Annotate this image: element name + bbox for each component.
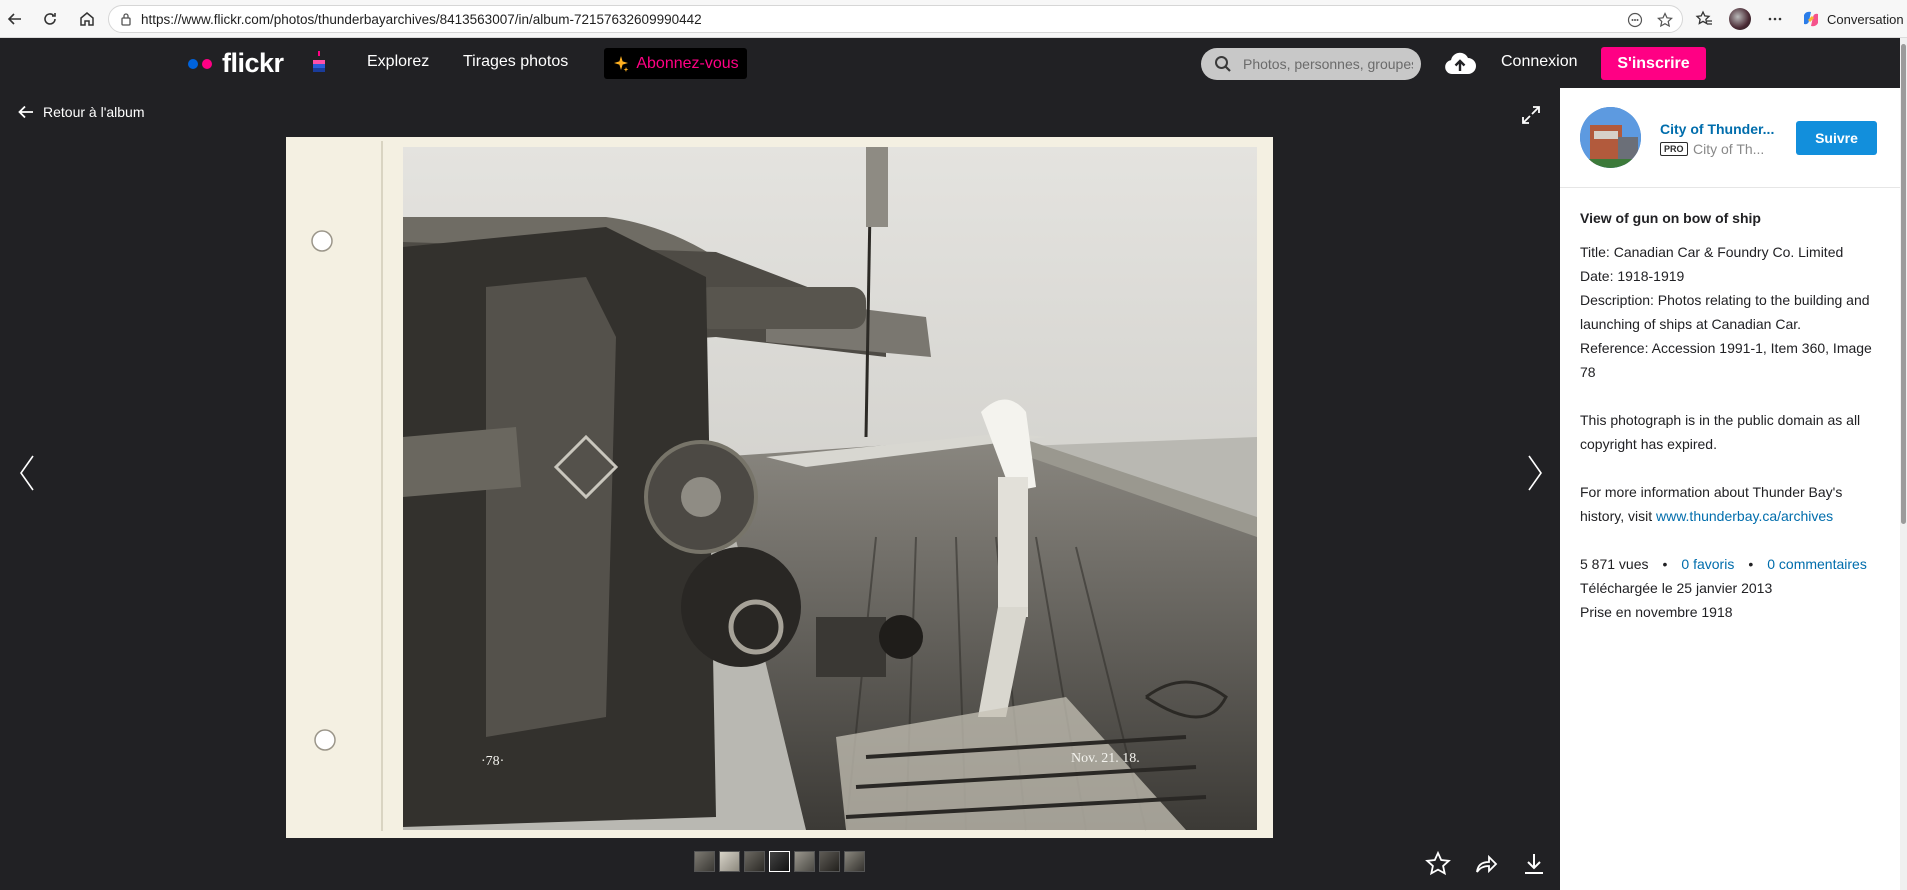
- nav-prints[interactable]: Tirages photos: [463, 53, 568, 71]
- thumbnail[interactable]: [694, 851, 715, 872]
- favorite-star-icon[interactable]: [1656, 11, 1674, 29]
- photo-thumbnail-strip: [694, 851, 865, 872]
- photo-info-sidebar: City of Thunder... PRO City of Th... Sui…: [1560, 88, 1900, 890]
- photo-title: View of gun on bow of ship: [1580, 210, 1761, 226]
- search-icon: [1215, 56, 1231, 72]
- views-count: 5 871 vues: [1580, 556, 1649, 572]
- copilot-label: Conversation: [1827, 11, 1904, 27]
- back-to-album-label: Retour à l'album: [43, 104, 145, 120]
- browser-toolbar: https://www.flickr.com/photos/thunderbay…: [0, 0, 1907, 38]
- share-arrow-icon[interactable]: [1473, 851, 1499, 877]
- copilot-button[interactable]: Conversation: [1795, 5, 1907, 33]
- profile-avatar[interactable]: [1729, 8, 1751, 30]
- taken-date: Prise en novembre 1918: [1580, 604, 1733, 620]
- address-bar[interactable]: https://www.flickr.com/photos/thunderbay…: [108, 5, 1683, 33]
- subscribe-label: Abonnez-vous: [636, 54, 739, 72]
- scrollbar-thumb[interactable]: [1901, 44, 1906, 524]
- logo-pink-dot: [202, 58, 212, 69]
- favorite-star-icon[interactable]: [1425, 851, 1451, 877]
- stats-row: 5 871 vues • 0 favoris • 0 commentaires: [1580, 552, 1885, 576]
- birthday-cake-icon[interactable]: [311, 50, 327, 74]
- detail-title-line: Title: Canadian Car & Foundry Co. Limite…: [1580, 244, 1844, 260]
- stats-separator: •: [1748, 556, 1754, 572]
- flickr-logo[interactable]: flickr: [188, 48, 284, 79]
- upload-cloud-icon[interactable]: [1443, 50, 1477, 76]
- detail-description-line: Description: Photos relating to the buil…: [1580, 292, 1870, 332]
- more-info-note: For more information about Thunder Bay's…: [1580, 480, 1885, 528]
- sparkles-icon: [614, 55, 629, 72]
- follow-button[interactable]: Suivre: [1796, 121, 1877, 155]
- thumbnail[interactable]: [744, 851, 765, 872]
- thumbnail[interactable]: [794, 851, 815, 872]
- thumbnail[interactable]: [719, 851, 740, 872]
- public-domain-note: This photograph is in the public domain …: [1580, 412, 1861, 452]
- owner-name[interactable]: City of Thunder...: [1660, 121, 1774, 137]
- more-menu-icon[interactable]: [1765, 9, 1785, 29]
- owner-row: City of Thunder... PRO City of Th... Sui…: [1560, 88, 1900, 188]
- page-scrollbar[interactable]: [1900, 38, 1907, 890]
- owner-subtitle: City of Th...: [1693, 141, 1765, 157]
- detail-reference-line: Reference: Accession 1991-1, Item 360, I…: [1580, 340, 1872, 380]
- pro-badge: PRO: [1660, 142, 1688, 156]
- thumbnail-current[interactable]: [769, 851, 790, 872]
- site-header: flickr Explorez Tirages photos Abonnez-v…: [0, 38, 1900, 88]
- url-text[interactable]: https://www.flickr.com/photos/thunderbay…: [141, 12, 702, 27]
- previous-photo-icon[interactable]: [17, 453, 37, 493]
- main-photo[interactable]: ·78· Nov. 21. 18.: [286, 137, 1273, 838]
- signup-button[interactable]: S'inscrire: [1601, 47, 1706, 80]
- back-arrow-icon[interactable]: [5, 9, 25, 29]
- download-icon[interactable]: [1521, 851, 1547, 877]
- thumbnail[interactable]: [819, 851, 840, 872]
- comments-count-link[interactable]: 0 commentaires: [1767, 552, 1867, 576]
- refresh-icon[interactable]: [40, 9, 60, 29]
- login-link[interactable]: Connexion: [1501, 53, 1578, 71]
- photo-details: View of gun on bow of ship Title: Canadi…: [1580, 206, 1885, 624]
- nav-explore[interactable]: Explorez: [367, 53, 429, 71]
- photo-annotation-left: ·78·: [481, 754, 504, 769]
- search-box[interactable]: [1201, 48, 1421, 80]
- logo-blue-dot: [188, 58, 198, 69]
- archives-link[interactable]: www.thunderbay.ca/archives: [1656, 508, 1833, 524]
- subscribe-button[interactable]: Abonnez-vous: [604, 48, 747, 79]
- copilot-icon: [1804, 11, 1818, 27]
- thumbnail[interactable]: [844, 851, 865, 872]
- expand-icon[interactable]: [1520, 104, 1542, 126]
- owner-avatar[interactable]: [1580, 107, 1641, 168]
- home-icon[interactable]: [77, 9, 97, 29]
- favorites-bar-icon[interactable]: [1694, 9, 1714, 29]
- logo-text: flickr: [222, 48, 284, 78]
- next-photo-icon[interactable]: [1525, 453, 1545, 493]
- arrow-left-icon: [18, 105, 33, 119]
- photo-viewer: Retour à l'album ·78· Nov. 21. 18.: [0, 88, 1560, 888]
- favorites-count-link[interactable]: 0 favoris: [1681, 552, 1734, 576]
- detail-date-line: Date: 1918-1919: [1580, 268, 1685, 284]
- photo-annotation-right: Nov. 21. 18.: [1071, 751, 1140, 766]
- upload-date: Téléchargée le 25 janvier 2013: [1580, 580, 1773, 596]
- lock-icon[interactable]: [119, 12, 133, 31]
- ship-bow-gun-image: ·78· Nov. 21. 18.: [286, 137, 1273, 838]
- reader-icon[interactable]: [1626, 11, 1644, 29]
- stats-separator: •: [1662, 556, 1668, 572]
- back-to-album-link[interactable]: Retour à l'album: [18, 104, 145, 120]
- search-input[interactable]: [1243, 55, 1413, 73]
